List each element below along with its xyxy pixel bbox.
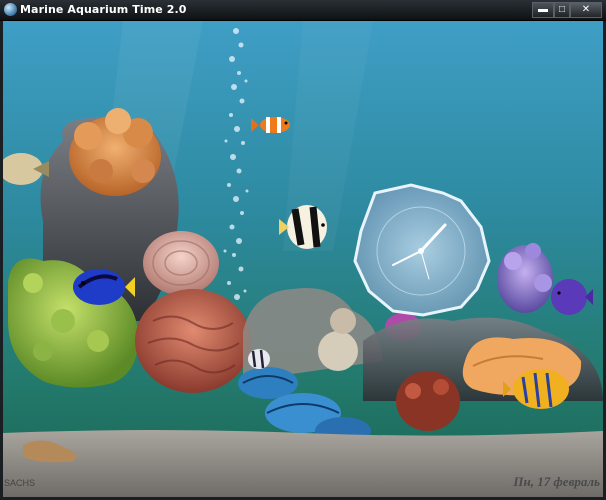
- red-coral: [135, 289, 251, 393]
- aquarium-window: Marine Aquarium Time 2.0 ▬ □ ✕ SACHS Пн,…: [0, 0, 606, 500]
- title-bar[interactable]: Marine Aquarium Time 2.0 ▬ □ ✕: [0, 0, 606, 21]
- purple-tang-fish: [551, 279, 593, 315]
- striped-fish: [248, 349, 270, 369]
- aquarium-clock: [353, 183, 491, 317]
- purple-coral: [497, 243, 553, 313]
- shell-rock: [318, 331, 358, 371]
- close-button[interactable]: ✕: [570, 2, 602, 18]
- window-title: Marine Aquarium Time 2.0: [20, 3, 187, 16]
- aquarium-scene: [3, 21, 603, 497]
- clownfish: [251, 117, 290, 133]
- footer-left-text: SACHS: [4, 478, 36, 488]
- pink-coral: [143, 231, 219, 295]
- shell-rock: [330, 308, 356, 334]
- red-anemone: [396, 371, 460, 431]
- date-display: Пн, 17 февраль: [513, 474, 600, 489]
- aquarium-illustration: [3, 21, 603, 497]
- maximize-button[interactable]: □: [554, 2, 570, 18]
- app-icon: [4, 3, 17, 16]
- minimize-button[interactable]: ▬: [532, 2, 554, 18]
- bubble-column: [223, 28, 249, 313]
